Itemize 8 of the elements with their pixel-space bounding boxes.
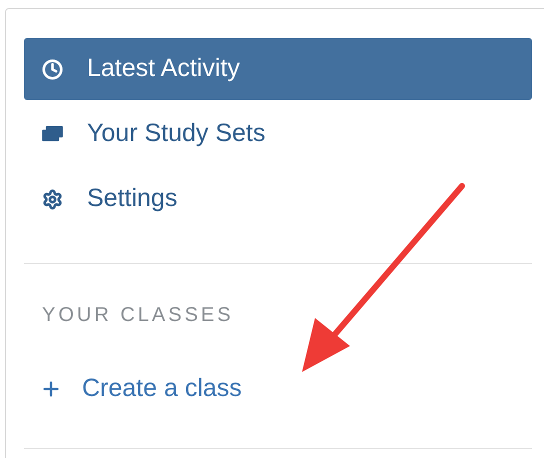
nav-item[interactable]: Your Study Sets: [24, 103, 532, 165]
create-class-link[interactable]: Create a class: [24, 370, 532, 408]
nav-item[interactable]: Settings: [24, 168, 532, 230]
section-heading: YOUR CLASSES: [41, 303, 235, 328]
clock-icon: [42, 58, 63, 80]
nav-item[interactable]: Latest Activity: [24, 38, 532, 100]
cards-icon: [42, 126, 63, 142]
settings-icon: [42, 188, 63, 210]
